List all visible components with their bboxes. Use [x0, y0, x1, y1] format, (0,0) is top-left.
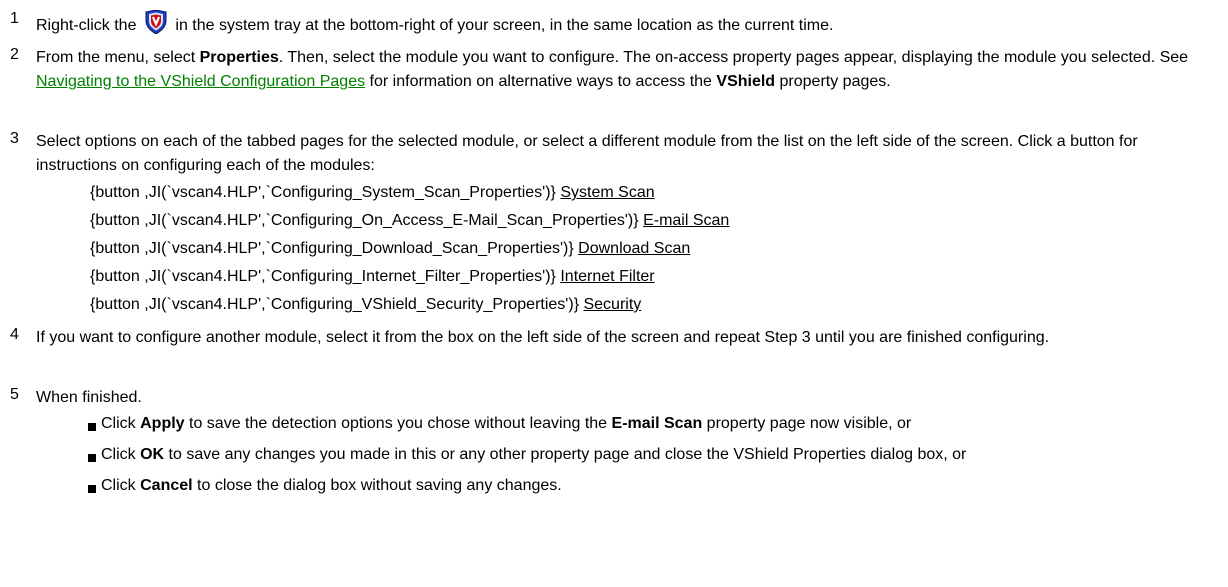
- bullet-text-part: to save the detection options you chose …: [184, 415, 612, 432]
- button-macro-text: {button ,JI(`vscan4.HLP',`Configuring_Do…: [90, 240, 574, 257]
- vshield-name: VShield: [716, 73, 776, 90]
- bullet-text-part: Click: [101, 415, 141, 432]
- finish-options-list: Click Apply to save the detection option…: [88, 412, 1220, 505]
- ok-button-name: OK: [140, 446, 165, 463]
- step-2-text-part: From the menu, select: [36, 49, 200, 66]
- step-3: 3 Select options on each of the tabbed p…: [10, 130, 1220, 178]
- module-command: {button ,JI(`vscan4.HLP',`Configuring_Do…: [90, 237, 729, 261]
- step-number: 4: [10, 326, 19, 343]
- bullet-square-icon: [88, 485, 96, 493]
- module-command-list: {button ,JI(`vscan4.HLP',`Configuring_Sy…: [90, 181, 729, 321]
- bullet-text-part: Click: [101, 446, 141, 463]
- list-item: Click Apply to save the detection option…: [88, 412, 1220, 436]
- cancel-button-name: Cancel: [140, 477, 193, 494]
- button-macro-text: {button ,JI(`vscan4.HLP',`Configuring_VS…: [90, 296, 580, 313]
- list-item: Click OK to save any changes you made in…: [88, 443, 1220, 467]
- step-1: 1 Right-click the in the system tray at …: [10, 9, 1220, 38]
- step-number: 3: [10, 130, 19, 147]
- button-macro-text: {button ,JI(`vscan4.HLP',`Configuring_Sy…: [90, 184, 556, 201]
- vshield-shield-icon: [143, 9, 169, 35]
- module-command: {button ,JI(`vscan4.HLP',`Configuring_Sy…: [90, 181, 729, 205]
- step-4-text: If you want to configure another module,…: [36, 329, 1050, 346]
- step-1-text-after: in the system tray at the bottom-right o…: [175, 17, 834, 34]
- bullet-square-icon: [88, 423, 96, 431]
- security-link[interactable]: Security: [583, 296, 641, 313]
- step-5: 5 When finished.: [10, 386, 1220, 410]
- apply-button-name: Apply: [140, 415, 185, 432]
- download-scan-link[interactable]: Download Scan: [578, 240, 690, 257]
- module-command: {button ,JI(`vscan4.HLP',`Configuring_On…: [90, 209, 729, 233]
- system-scan-link[interactable]: System Scan: [560, 184, 654, 201]
- internet-filter-link[interactable]: Internet Filter: [560, 268, 654, 285]
- email-scan-link[interactable]: E-mail Scan: [643, 212, 729, 229]
- module-command: {button ,JI(`vscan4.HLP',`Configuring_VS…: [90, 293, 729, 317]
- list-item: Click Cancel to close the dialog box wit…: [88, 474, 1220, 498]
- step-2: 2 From the menu, select Properties. Then…: [10, 46, 1220, 94]
- button-macro-text: {button ,JI(`vscan4.HLP',`Configuring_In…: [90, 268, 556, 285]
- bullet-text-part: to close the dialog box without saving a…: [192, 477, 562, 494]
- step-2-text: From the menu, select Properties. Then, …: [36, 46, 1220, 94]
- step-number: 1: [10, 10, 19, 27]
- bullet-square-icon: [88, 454, 96, 462]
- step-5-text: When finished.: [36, 389, 142, 406]
- step-number: 2: [10, 46, 19, 63]
- button-macro-text: {button ,JI(`vscan4.HLP',`Configuring_On…: [90, 212, 639, 229]
- step-2-text-part: property pages.: [775, 73, 891, 90]
- step-2-text-part: . Then, select the module you want to co…: [278, 49, 1189, 66]
- step-2-text-part: for information on alternative ways to a…: [365, 73, 717, 90]
- bullet-text-part: to save any changes you made in this or …: [164, 446, 967, 463]
- navigating-config-pages-link[interactable]: Navigating to the VShield Configuration …: [36, 73, 365, 90]
- bullet-text-part: Click: [101, 477, 141, 494]
- bullet-text-part: property page now visible, or: [702, 415, 912, 432]
- properties-menu-item-name: Properties: [199, 49, 279, 66]
- email-scan-name: E-mail Scan: [611, 415, 703, 432]
- step-1-text-before: Right-click the: [36, 17, 137, 34]
- step-4: 4 If you want to configure another modul…: [10, 326, 1220, 350]
- module-command: {button ,JI(`vscan4.HLP',`Configuring_In…: [90, 265, 729, 289]
- step-number: 5: [10, 386, 19, 403]
- step-3-text: Select options on each of the tabbed pag…: [36, 133, 1138, 174]
